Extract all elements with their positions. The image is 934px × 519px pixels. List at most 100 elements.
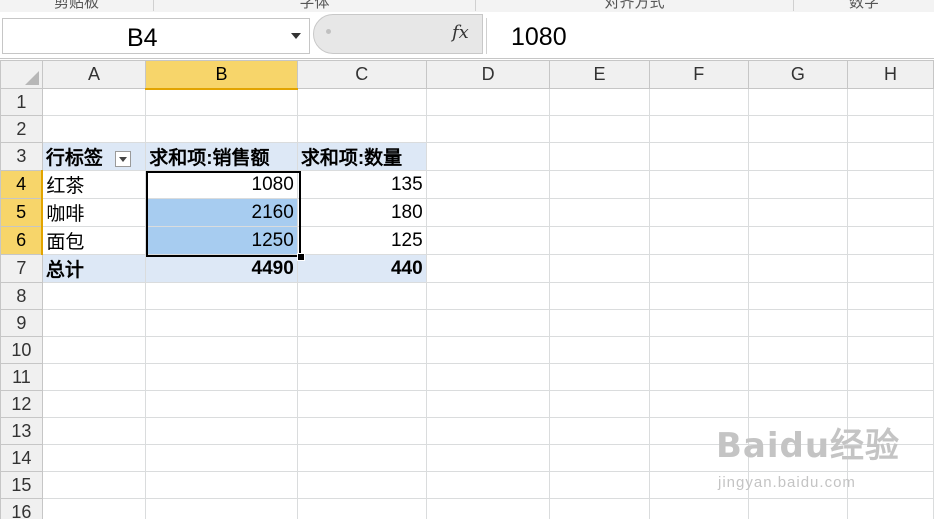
row-header[interactable]: 6 (0, 226, 44, 255)
cell[interactable] (847, 88, 934, 116)
ribbon-group-clipboard[interactable]: 剪贴板 (0, 0, 154, 11)
cell[interactable] (549, 226, 650, 255)
cell[interactable] (847, 309, 934, 337)
cell[interactable] (425, 226, 551, 255)
pivot-qty-cell[interactable]: 180 (296, 198, 427, 227)
pivot-total-sales[interactable]: 4490 (145, 254, 298, 283)
cell[interactable] (41, 471, 147, 499)
cell[interactable] (747, 309, 849, 337)
cell[interactable] (847, 498, 934, 519)
cell[interactable] (425, 170, 551, 199)
cell[interactable] (145, 88, 298, 116)
cell[interactable] (648, 226, 749, 255)
cell[interactable] (747, 226, 849, 255)
insert-function-icon[interactable]: fx (452, 22, 469, 43)
cell[interactable] (847, 363, 934, 391)
cell[interactable] (425, 88, 551, 116)
cell[interactable] (549, 363, 650, 391)
ribbon-group-alignment[interactable]: 对齐方式 (476, 0, 794, 11)
cell[interactable] (296, 444, 427, 472)
cell[interactable] (296, 390, 427, 418)
cell[interactable] (847, 390, 934, 418)
cell[interactable] (145, 417, 298, 445)
row-header[interactable]: 16 (0, 498, 43, 519)
cell[interactable] (648, 142, 749, 171)
cell[interactable] (847, 170, 934, 199)
row-header[interactable]: 7 (0, 254, 43, 283)
pivot-sales-cell[interactable]: 2160 (145, 198, 298, 227)
cell[interactable] (145, 390, 298, 418)
cell[interactable] (296, 363, 427, 391)
cell[interactable] (145, 498, 298, 519)
cell[interactable] (747, 282, 849, 310)
cell[interactable] (41, 115, 147, 143)
cell[interactable] (648, 115, 749, 143)
cell[interactable] (296, 88, 427, 116)
cell[interactable] (425, 444, 551, 472)
cell[interactable] (145, 115, 298, 143)
cell[interactable] (648, 471, 749, 499)
cell[interactable] (747, 336, 849, 364)
cell[interactable] (648, 170, 749, 199)
cell[interactable] (549, 498, 650, 519)
row-header[interactable]: 12 (0, 390, 43, 418)
cell[interactable] (847, 254, 934, 283)
column-header-a[interactable]: A (41, 60, 147, 89)
pivot-value-header-qty[interactable]: 求和项:数量 (296, 142, 427, 171)
cell[interactable] (549, 88, 650, 116)
cell[interactable] (847, 198, 934, 227)
cell[interactable] (296, 498, 427, 519)
cell[interactable] (648, 417, 749, 445)
cell[interactable] (549, 198, 650, 227)
cell[interactable] (847, 115, 934, 143)
column-header-e[interactable]: E (549, 60, 650, 89)
cell[interactable] (549, 254, 650, 283)
pivot-item-label[interactable]: 红茶 (41, 170, 147, 199)
cell[interactable] (648, 88, 749, 116)
cell[interactable] (425, 363, 551, 391)
cell[interactable] (425, 471, 551, 499)
cell[interactable] (296, 115, 427, 143)
cell[interactable] (425, 115, 551, 143)
cell[interactable] (648, 282, 749, 310)
cell[interactable] (648, 336, 749, 364)
ribbon-group-font[interactable]: 字体 (154, 0, 476, 11)
cell[interactable] (747, 254, 849, 283)
cell[interactable] (648, 390, 749, 418)
cell[interactable] (648, 254, 749, 283)
column-header-d[interactable]: D (425, 60, 551, 89)
row-header[interactable]: 8 (0, 282, 43, 310)
worksheet-grid[interactable]: A B C D E F G H 1 2 3 行标签 求和项:销售额 求和项:数量… (0, 60, 934, 519)
pivot-item-label[interactable]: 咖啡 (41, 198, 147, 227)
cell[interactable] (549, 417, 650, 445)
cell[interactable] (41, 417, 147, 445)
cell[interactable] (648, 363, 749, 391)
pivot-row-label-header[interactable]: 行标签 (41, 142, 147, 171)
cell[interactable] (296, 471, 427, 499)
cell[interactable] (747, 198, 849, 227)
row-header[interactable]: 5 (0, 198, 44, 227)
cell[interactable] (549, 142, 650, 171)
pivot-value-header-sales[interactable]: 求和项:销售额 (145, 142, 298, 171)
row-header[interactable]: 1 (0, 88, 43, 116)
cell[interactable] (549, 444, 650, 472)
cell[interactable] (41, 363, 147, 391)
cell[interactable] (747, 115, 849, 143)
cell[interactable] (549, 115, 650, 143)
cell[interactable] (296, 309, 427, 337)
ribbon-group-number[interactable]: 数字 (794, 0, 934, 11)
row-header[interactable]: 4 (0, 170, 44, 199)
cell[interactable] (847, 471, 934, 499)
row-header[interactable]: 3 (0, 142, 43, 171)
row-header[interactable]: 13 (0, 417, 43, 445)
cell[interactable] (425, 498, 551, 519)
cell[interactable] (425, 417, 551, 445)
cell[interactable] (425, 198, 551, 227)
cell[interactable] (648, 498, 749, 519)
cell[interactable] (145, 444, 298, 472)
cell[interactable] (549, 170, 650, 199)
cell[interactable] (296, 282, 427, 310)
cell[interactable] (41, 498, 147, 519)
cell[interactable] (847, 336, 934, 364)
pivot-item-label[interactable]: 面包 (41, 226, 147, 255)
